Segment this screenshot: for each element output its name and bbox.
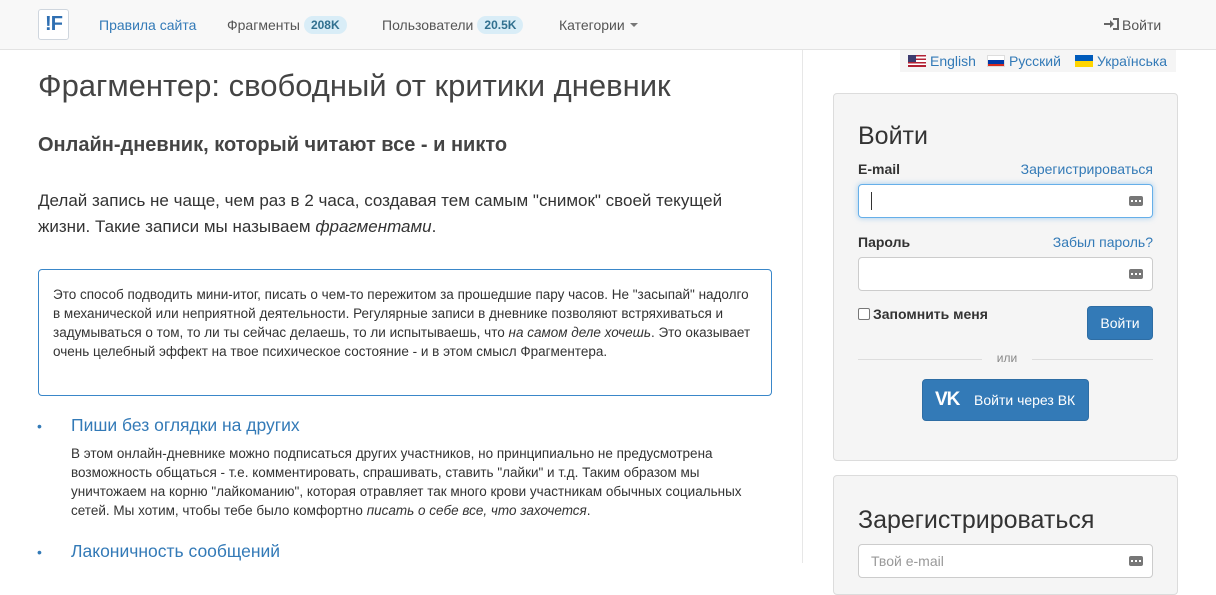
feature-title[interactable]: Пиши без оглядки на других bbox=[71, 415, 300, 436]
bullet-icon: • bbox=[37, 544, 42, 560]
page-subtitle: Онлайн-дневник, который читают все - и н… bbox=[38, 134, 508, 156]
feature-title[interactable]: Лаконичность сообщений bbox=[71, 541, 280, 562]
info-box: Это способ подводить мини-итог, писать о… bbox=[38, 269, 772, 396]
password-field[interactable] bbox=[858, 257, 1153, 291]
fragments-count-badge: 208K bbox=[303, 16, 347, 34]
feature-emphasis: писать о себе все, что захочется bbox=[366, 503, 587, 518]
or-text: или bbox=[982, 351, 1032, 365]
email-label: E-mail bbox=[858, 161, 901, 177]
nav-users-label: Пользователи bbox=[382, 17, 474, 33]
lead-emphasis: фрагментами bbox=[315, 216, 432, 236]
text-cursor bbox=[871, 192, 872, 210]
column-divider bbox=[802, 50, 803, 563]
page-title: Фрагментер: свободный от критики дневник bbox=[38, 68, 671, 103]
lang-ukrainian[interactable]: Українська bbox=[1075, 53, 1167, 69]
chevron-down-icon bbox=[629, 23, 638, 27]
nav-login-label: Войти bbox=[1122, 17, 1162, 33]
nav-users[interactable]: Пользователи 20.5K bbox=[382, 0, 524, 50]
register-email-field[interactable]: Твой e-mail bbox=[858, 544, 1153, 578]
navbar: !F Правила сайта Фрагменты 208K Пользоват… bbox=[0, 0, 1216, 50]
register-link[interactable]: Зарегистрироваться bbox=[1021, 161, 1153, 177]
nav-fragments[interactable]: Фрагменты 208K bbox=[227, 0, 347, 50]
info-box-emphasis: на самом деле хочешь bbox=[508, 325, 651, 340]
nav-login-link[interactable]: Войти bbox=[1104, 0, 1161, 50]
site-logo[interactable]: !F bbox=[38, 9, 69, 40]
login-panel: Войти E-mail Зарегистрироваться Пароль З… bbox=[833, 93, 1178, 461]
remember-label: Запомнить меня bbox=[873, 306, 988, 322]
lead-paragraph: Делай запись не чаще, чем раз в 2 часа, … bbox=[38, 191, 723, 236]
login-submit-button[interactable]: Войти bbox=[1087, 306, 1153, 340]
lang-english[interactable]: English bbox=[908, 53, 976, 69]
autofill-key-icon[interactable] bbox=[1129, 269, 1143, 279]
vk-login-label: Войти через ВК bbox=[974, 392, 1076, 408]
register-panel: Зарегистрироваться Твой e-mail bbox=[833, 475, 1178, 595]
register-email-placeholder: Твой e-mail bbox=[871, 553, 944, 569]
register-title: Зарегистрироваться bbox=[858, 506, 1095, 534]
nav-fragments-label: Фрагменты bbox=[227, 17, 300, 33]
vk-login-button[interactable]: VK Войти через ВК bbox=[922, 379, 1089, 421]
autofill-key-icon[interactable] bbox=[1129, 556, 1143, 566]
password-label: Пароль bbox=[858, 234, 911, 250]
lang-russian[interactable]: Русский bbox=[987, 53, 1061, 69]
nav-categories-label: Категории bbox=[559, 17, 625, 33]
remember-me[interactable]: Запомнить меня bbox=[858, 306, 988, 322]
login-icon bbox=[1104, 17, 1120, 31]
ru-flag-icon bbox=[987, 55, 1005, 67]
remember-checkbox[interactable] bbox=[858, 308, 870, 320]
language-switcher: English Русский Українська bbox=[900, 50, 1176, 72]
users-count-badge: 20.5K bbox=[477, 16, 524, 34]
nav-categories-dropdown[interactable]: Категории bbox=[559, 0, 638, 50]
ua-flag-icon bbox=[1075, 55, 1093, 67]
vk-icon: VK bbox=[935, 389, 960, 410]
feature-text: В этом онлайн-дневнике можно подписаться… bbox=[71, 446, 742, 518]
forgot-password-link[interactable]: Забыл пароль? bbox=[1053, 234, 1153, 250]
login-title: Войти bbox=[858, 122, 928, 150]
us-flag-icon bbox=[908, 55, 926, 67]
email-field[interactable] bbox=[858, 184, 1153, 218]
nav-rules-link[interactable]: Правила сайта bbox=[99, 0, 196, 50]
bullet-icon: • bbox=[37, 418, 42, 434]
autofill-key-icon[interactable] bbox=[1129, 196, 1143, 206]
